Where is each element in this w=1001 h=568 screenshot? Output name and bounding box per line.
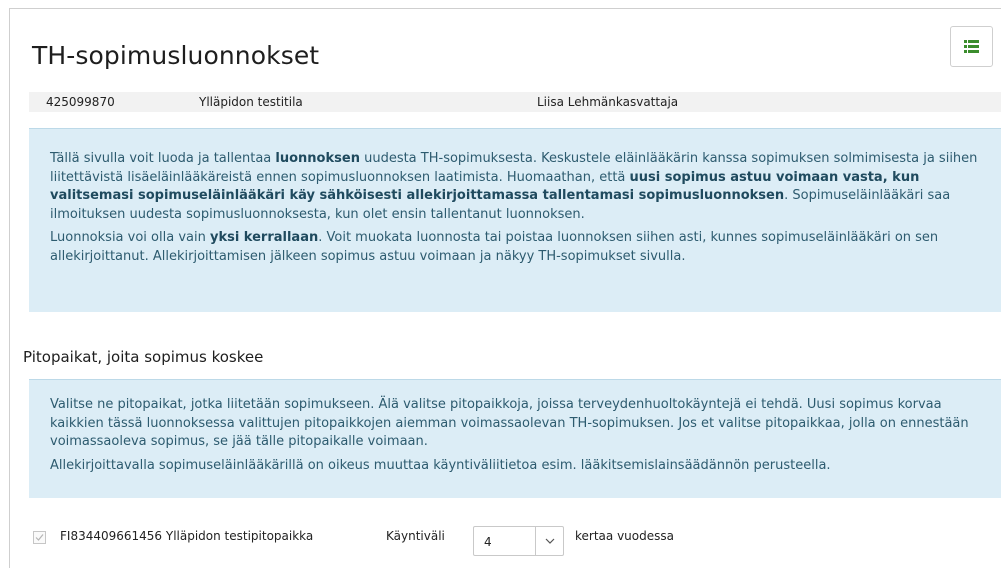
- holding-label: FI834409661456 Ylläpidon testipitopaikka: [60, 529, 314, 543]
- farm-info-strip: 425099870 Ylläpidon testitila Liisa Lehm…: [29, 92, 1001, 112]
- intro-bold: luonnoksen: [275, 151, 360, 166]
- intro-paragraph-2: Luonnoksia voi olla vain yksi kerrallaan…: [50, 229, 983, 266]
- holding-row: FI834409661456 Ylläpidon testipitopaikka…: [29, 518, 1001, 558]
- intro-text: Luonnoksia voi olla vain: [50, 230, 210, 245]
- checkmark-icon: [35, 534, 44, 541]
- interval-label: Käyntiväli: [386, 529, 445, 543]
- interval-suffix: kertaa vuodessa: [575, 529, 674, 543]
- intro-bold: yksi kerrallaan: [209, 230, 319, 245]
- menu-button[interactable]: [950, 26, 993, 67]
- page-title: TH-sopimusluonnokset: [32, 41, 320, 70]
- intro-info-box: Tällä sivulla voit luoda ja tallentaa lu…: [29, 128, 1001, 312]
- list-icon: [964, 40, 979, 53]
- farm-id: 425099870: [46, 95, 115, 109]
- intro-paragraph-1: Tällä sivulla voit luoda ja tallentaa lu…: [50, 150, 983, 224]
- interval-value: 4: [484, 535, 492, 549]
- farm-name: Ylläpidon testitila: [199, 95, 303, 109]
- section-title: Pitopaikat, joita sopimus koskee: [23, 348, 264, 366]
- chevron-down-icon: [535, 527, 564, 555]
- intro-text: Tällä sivulla voit luoda ja tallentaa: [50, 151, 276, 166]
- section-paragraph-1: Valitse ne pitopaikat, jotka liitetään s…: [50, 397, 969, 449]
- interval-select[interactable]: 4: [473, 526, 564, 556]
- owner-name: Liisa Lehmänkasvattaja: [537, 95, 679, 109]
- holding-checkbox[interactable]: [33, 531, 46, 544]
- section-paragraph-2: Allekirjoittavalla sopimuseläinlääkärill…: [50, 457, 831, 473]
- section-info-box: Valitse ne pitopaikat, jotka liitetään s…: [29, 379, 1001, 498]
